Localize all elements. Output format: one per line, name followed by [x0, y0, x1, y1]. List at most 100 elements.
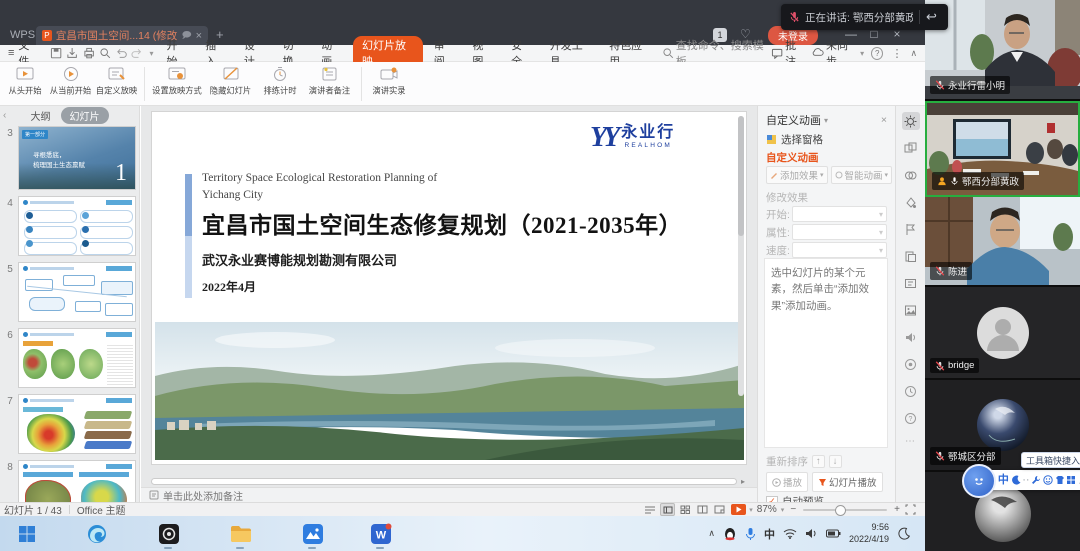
- horizontal-scrollbar[interactable]: [151, 478, 737, 485]
- slide-company[interactable]: 武汉永业赛博能规划勘测有限公司: [202, 250, 397, 269]
- setup-show-button[interactable]: 设置放映方式: [149, 66, 205, 97]
- rehearse-timing-button[interactable]: 排练计时: [257, 66, 303, 97]
- help-icon[interactable]: ?: [871, 47, 883, 60]
- ime-emoji-icon[interactable]: [1043, 475, 1053, 485]
- file-explorer-icon[interactable]: [228, 521, 253, 546]
- play-animation-button[interactable]: 播放: [766, 472, 808, 492]
- slide-date[interactable]: 2022年4月: [202, 278, 256, 295]
- textbox-pane-icon[interactable]: [902, 274, 920, 292]
- slide-vertical-scrollbar[interactable]: [738, 116, 744, 396]
- slide-thumbnail-3[interactable]: 第一部分 寻根悉底， 梳理国土生态禀赋 1: [18, 126, 136, 190]
- history-pane-icon[interactable]: [902, 382, 920, 400]
- zoom-percent[interactable]: 87%: [757, 504, 777, 515]
- speed-dropdown[interactable]: ▾: [792, 242, 887, 258]
- collapse-ribbon-icon[interactable]: ∧: [910, 48, 917, 59]
- help-pane-icon[interactable]: ?: [902, 409, 920, 427]
- edge-browser-icon[interactable]: [84, 521, 109, 546]
- slideshow-play-button[interactable]: 幻灯片播放: [812, 472, 883, 492]
- ime-punctuation-icon[interactable]: ··: [1022, 475, 1029, 486]
- wifi-tray-icon[interactable]: [783, 528, 797, 539]
- property-dropdown[interactable]: ▾: [792, 224, 887, 240]
- quick-access-caret-icon[interactable]: ▾: [150, 49, 154, 58]
- play-slideshow-button[interactable]: [731, 504, 746, 515]
- clock[interactable]: 9:56 2022/4/19: [849, 522, 889, 545]
- slide-thumbnail-7[interactable]: [18, 394, 136, 454]
- play-from-current-button[interactable]: 从当前开始: [48, 66, 94, 97]
- play-options-caret-icon[interactable]: ▾: [749, 506, 753, 514]
- reorder-down-button[interactable]: ↓: [829, 455, 842, 468]
- reading-view-icon[interactable]: [713, 504, 726, 515]
- sound-pane-icon[interactable]: [902, 328, 920, 346]
- fit-slide-icon[interactable]: [904, 504, 917, 515]
- hide-slide-button[interactable]: 隐藏幻灯片: [205, 66, 257, 97]
- slide-thumbnail-8[interactable]: [18, 460, 136, 502]
- tray-expand-icon[interactable]: ∧: [708, 528, 715, 539]
- merge-shapes-pane-icon[interactable]: [902, 166, 920, 184]
- zoom-out-icon[interactable]: −: [790, 504, 796, 515]
- volume-tray-icon[interactable]: [805, 528, 818, 539]
- ime-wrench-icon[interactable]: [1031, 475, 1041, 485]
- redo-icon[interactable]: [131, 47, 143, 60]
- clipboard-pane-icon[interactable]: [902, 247, 920, 265]
- collapse-panel-icon[interactable]: ‹: [3, 110, 6, 121]
- select-pane-link[interactable]: 选择窗格: [781, 132, 823, 147]
- fill-pane-icon[interactable]: [902, 193, 920, 211]
- slide-title-english[interactable]: Territory Space Ecological Restoration P…: [202, 170, 437, 205]
- tab-outline[interactable]: 大纲: [31, 108, 51, 123]
- more-panes-icon[interactable]: ⋯: [905, 436, 916, 447]
- normal-view-icon[interactable]: [660, 503, 675, 516]
- zoom-slider-knob[interactable]: [835, 505, 846, 516]
- slide-sorter-icon[interactable]: [679, 504, 692, 515]
- ime-skin-icon[interactable]: [1055, 475, 1065, 485]
- image-pane-icon[interactable]: [902, 301, 920, 319]
- slide-thumbnail-5[interactable]: [18, 262, 136, 322]
- ime-assistant-icon[interactable]: [962, 464, 996, 498]
- shapes-pane-icon[interactable]: [902, 139, 920, 157]
- scroll-right-arrow-icon[interactable]: ▸: [741, 477, 745, 486]
- zoom-slider[interactable]: [803, 509, 887, 511]
- ime-indicator[interactable]: 中: [764, 526, 775, 542]
- custom-show-button[interactable]: 自定义放映: [94, 66, 140, 97]
- slide-photo-panorama[interactable]: [155, 322, 744, 460]
- wps-app-icon[interactable]: W: [368, 521, 393, 546]
- more-menu-icon[interactable]: ⋮: [891, 47, 902, 60]
- battery-tray-icon[interactable]: [826, 529, 841, 538]
- participant-tile-1[interactable]: 永业行雷小明: [925, 0, 1080, 101]
- speaker-notes-button[interactable]: 演讲者备注: [303, 66, 357, 97]
- notes-toggle-icon[interactable]: [643, 504, 656, 515]
- slide-canvas[interactable]: YY 永业行 REALHOM Territory Space Ecologica…: [152, 112, 746, 464]
- participant-tile-3[interactable]: 陈进: [925, 197, 1080, 287]
- preview-icon[interactable]: [99, 47, 111, 60]
- zoom-caret-icon[interactable]: ▾: [781, 506, 785, 514]
- smart-animation-button[interactable]: 智能动画▾: [831, 166, 893, 184]
- ime-chinese-toggle[interactable]: 中: [998, 475, 1009, 486]
- add-effect-button[interactable]: 添加效果▾: [766, 166, 828, 184]
- save-icon[interactable]: [50, 47, 62, 60]
- output-icon[interactable]: [66, 47, 78, 60]
- tab-slides-active[interactable]: 幻灯片: [61, 107, 109, 124]
- search-icon[interactable]: [662, 47, 674, 60]
- split-view-icon[interactable]: [696, 504, 709, 515]
- anim-panel-caret-icon[interactable]: ▾: [824, 116, 828, 125]
- start-dropdown[interactable]: ▾: [792, 206, 887, 222]
- cloud-sync-icon[interactable]: [812, 47, 824, 60]
- voice-input-tray-icon[interactable]: [745, 527, 756, 541]
- lecture-record-button[interactable]: 演讲实录: [366, 66, 412, 97]
- sync-caret-icon[interactable]: ▾: [860, 49, 864, 58]
- flag-pane-icon[interactable]: [902, 220, 920, 238]
- print-icon[interactable]: [83, 47, 95, 60]
- notes-placeholder[interactable]: 单击此处添加备注: [163, 488, 243, 503]
- slide-title-chinese[interactable]: 宜昌市国土空间生态修复规划（2021-2035年）: [202, 206, 682, 240]
- qq-tray-icon[interactable]: [723, 526, 737, 541]
- animation-pane-icon[interactable]: [902, 112, 920, 130]
- zoom-in-icon[interactable]: +: [894, 504, 900, 515]
- anim-panel-close-icon[interactable]: ×: [881, 114, 887, 126]
- mountain-app-icon[interactable]: [300, 521, 325, 546]
- slide-thumbnail-6[interactable]: [18, 328, 136, 388]
- reorder-up-button[interactable]: ↑: [812, 455, 825, 468]
- theme-label[interactable]: Office 主题: [77, 502, 126, 517]
- ime-halfmoon-icon[interactable]: [1011, 475, 1021, 485]
- comment-icon[interactable]: [771, 47, 783, 60]
- participant-tile-2-active[interactable]: 鄂西分部黄政: [925, 101, 1080, 197]
- ime-toolbox-grid-icon[interactable]: [1066, 475, 1076, 485]
